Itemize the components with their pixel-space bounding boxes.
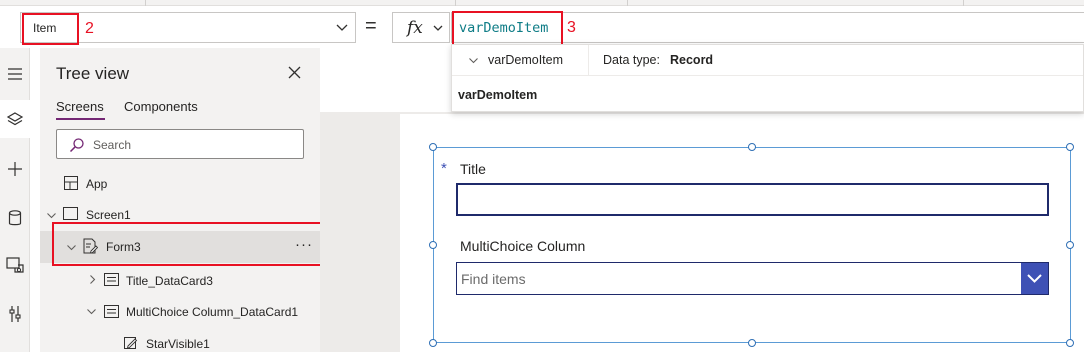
chevron-right-icon[interactable]	[87, 274, 98, 285]
intellisense-suggestion[interactable]: varDemoItem	[458, 88, 537, 102]
screen-icon	[63, 207, 78, 220]
edit-icon	[124, 337, 138, 349]
fx-button[interactable]: fx	[392, 12, 450, 43]
database-icon[interactable]	[8, 210, 22, 227]
resize-handle[interactable]	[748, 143, 756, 151]
tree-item-label[interactable]: StarVisible1	[146, 337, 210, 351]
intellisense-variable[interactable]: varDemoItem	[488, 53, 563, 67]
tree-item-label[interactable]: Title_DataCard3	[126, 274, 213, 288]
resize-handle[interactable]	[429, 241, 437, 249]
resize-handle[interactable]	[1066, 339, 1074, 347]
chevron-down-icon	[1027, 274, 1042, 283]
tree-search-input[interactable]: Search	[56, 129, 304, 159]
active-tab-indicator	[56, 118, 105, 120]
tree-item-label[interactable]: MultiChoice Column_DataCard1	[126, 305, 298, 319]
chevron-down-icon[interactable]	[46, 210, 57, 221]
tree-item-label: App	[86, 177, 108, 191]
chevron-down-icon	[433, 25, 443, 31]
annotation-number-3: 3	[567, 19, 576, 36]
resize-handle[interactable]	[748, 339, 756, 347]
resize-handle[interactable]	[429, 143, 437, 151]
resize-handle[interactable]	[429, 339, 437, 347]
annotation-number-2: 2	[85, 20, 94, 37]
intellisense-popup: varDemoItem Data type: Record varDemoIte…	[451, 44, 1084, 112]
equals-sign: =	[365, 15, 377, 37]
title-label: Title	[460, 161, 486, 177]
multichoice-label: MultiChoice Column	[460, 238, 586, 254]
close-icon[interactable]	[288, 66, 301, 79]
combobox-placeholder: Find items	[461, 271, 526, 287]
tab-components[interactable]: Components	[124, 99, 198, 114]
search-icon	[69, 138, 84, 153]
hamburger-icon[interactable]	[7, 67, 23, 81]
annotation-box-3	[452, 11, 563, 48]
app-icon	[64, 176, 78, 190]
annotation-box-1	[52, 222, 323, 266]
tree-item-app[interactable]	[40, 171, 320, 197]
tree-item-label[interactable]: Screen1	[86, 208, 131, 222]
chevron-down-icon[interactable]	[468, 55, 479, 66]
title-input[interactable]	[456, 183, 1049, 216]
multichoice-combobox[interactable]: Find items	[456, 262, 1049, 295]
tools-icon[interactable]	[8, 305, 22, 323]
layers-icon[interactable]	[6, 112, 24, 128]
chevron-down-icon[interactable]	[86, 306, 97, 317]
combobox-expand-button[interactable]	[1021, 263, 1048, 294]
annotation-box-2	[22, 13, 79, 45]
toolbar-strip	[0, 0, 1084, 6]
media-icon[interactable]	[6, 257, 24, 273]
intellisense-divider	[588, 45, 589, 76]
card-icon	[104, 305, 119, 318]
resize-handle[interactable]	[1066, 241, 1074, 249]
tab-screens[interactable]: Screens	[56, 99, 104, 114]
search-placeholder: Search	[93, 138, 132, 152]
left-rail	[0, 48, 30, 352]
plus-icon[interactable]	[7, 161, 23, 177]
tree-view-title: Tree view	[56, 64, 130, 83]
datatype-value: Record	[670, 53, 714, 67]
chevron-down-icon	[336, 24, 348, 31]
resize-handle[interactable]	[1066, 143, 1074, 151]
datatype-label: Data type:	[603, 53, 660, 67]
card-icon	[104, 273, 119, 286]
fx-icon: fx	[407, 18, 423, 38]
required-asterisk: *	[441, 160, 447, 177]
